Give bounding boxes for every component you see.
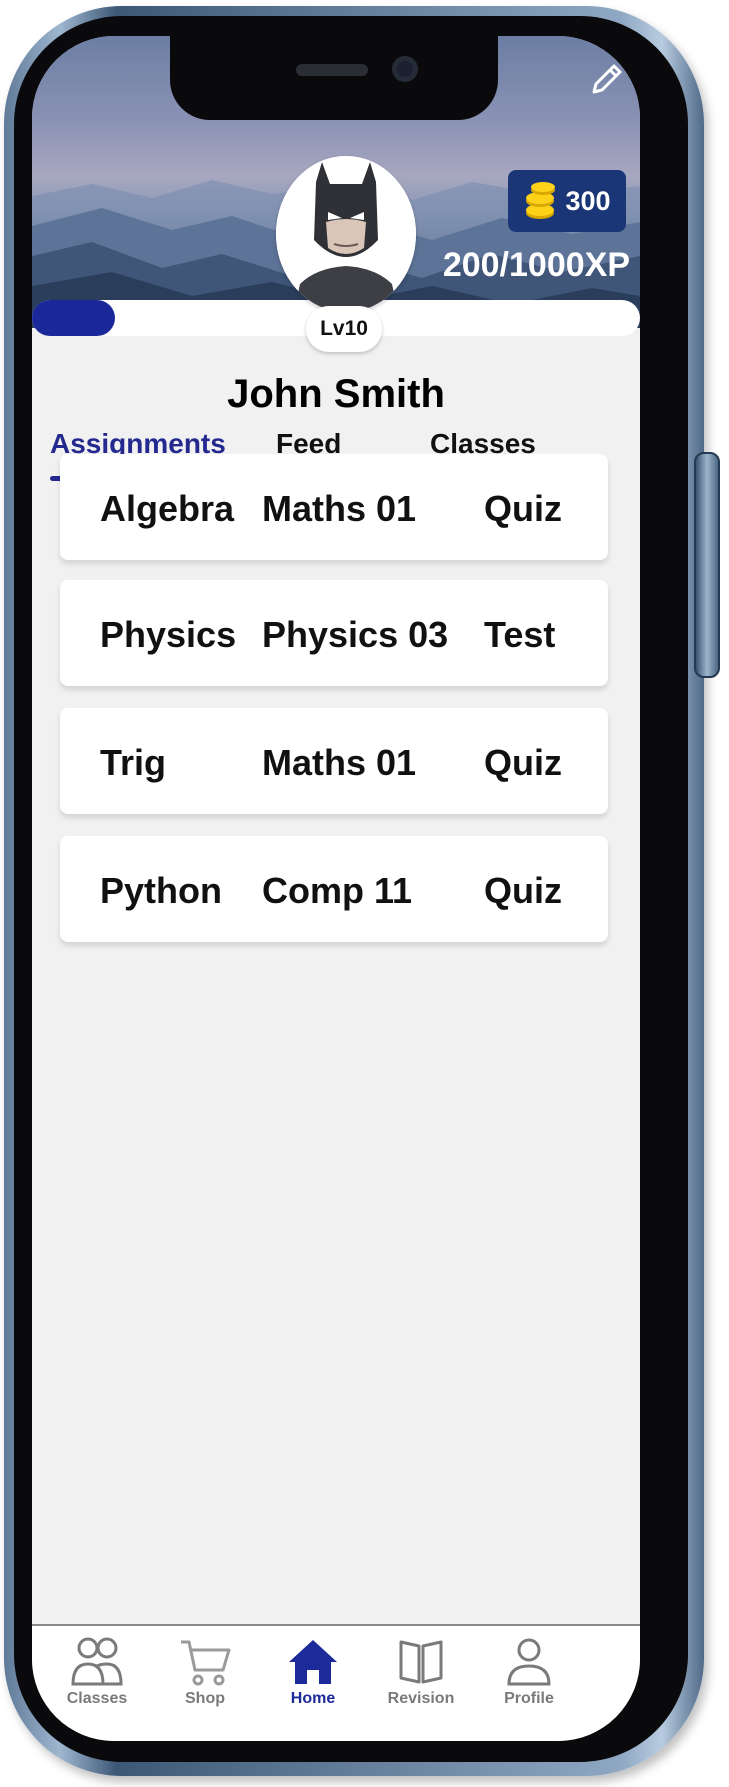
nav-revision[interactable]: Revision (366, 1636, 476, 1708)
assignment-type: Quiz (484, 870, 562, 911)
assignment-card[interactable]: Physics Physics 03 Test (60, 580, 608, 686)
assignment-subject: Algebra (100, 488, 235, 529)
people-icon (71, 1637, 123, 1686)
nav-label: Home (290, 1690, 336, 1707)
assignment-class: Comp 11 (262, 870, 413, 911)
user-name: John Smith (227, 372, 445, 416)
xp-readout: 200/1000XP (442, 246, 630, 284)
assignment-card[interactable]: Python Comp 11 Quiz (60, 836, 608, 942)
app-screen: 300 200/1000XP Lv10 John Smith Assignmen… (32, 36, 640, 1741)
home-icon (289, 1640, 337, 1684)
assignment-card[interactable]: Trig Maths 01 Quiz (60, 708, 608, 814)
nav-label: Classes (66, 1690, 128, 1707)
nav-profile[interactable]: Profile (474, 1636, 584, 1708)
speaker-grille (296, 64, 368, 76)
coin-count: 300 (565, 185, 611, 216)
cart-icon (181, 1640, 231, 1686)
bottom-nav: Classes Shop Home Revision Profile (32, 1624, 640, 1741)
book-icon (399, 1640, 443, 1684)
nav-label: Shop (185, 1690, 225, 1707)
xp-progress-fill (32, 300, 115, 336)
assignment-subject: Trig (100, 742, 167, 783)
assignment-subject: Python (100, 870, 222, 911)
front-camera (392, 56, 418, 82)
pencil-icon[interactable] (586, 60, 626, 100)
phone-notch (170, 36, 498, 120)
nav-home[interactable]: Home (258, 1636, 368, 1708)
avatar[interactable] (276, 156, 416, 312)
assignment-type: Quiz (484, 742, 562, 783)
coin-balance-badge: 300 (508, 170, 626, 232)
side-button (694, 452, 720, 678)
nav-label: Profile (504, 1690, 554, 1707)
person-icon (507, 1638, 551, 1686)
nav-shop[interactable]: Shop (150, 1636, 260, 1708)
assignment-type: Test (484, 614, 556, 655)
batman-avatar (276, 156, 416, 312)
assignment-subject: Physics (100, 614, 237, 655)
nav-label: Revision (387, 1690, 455, 1707)
assignment-class: Maths 01 (262, 742, 417, 783)
assignment-type: Quiz (484, 488, 562, 529)
level-badge: Lv10 (306, 306, 382, 352)
assignment-class: Maths 01 (262, 488, 417, 529)
assignment-class: Physics 03 (262, 614, 449, 655)
coin-stack-icon (526, 182, 556, 219)
assignment-card[interactable]: Algebra Maths 01 Quiz (60, 454, 608, 560)
nav-classes[interactable]: Classes (42, 1636, 152, 1708)
